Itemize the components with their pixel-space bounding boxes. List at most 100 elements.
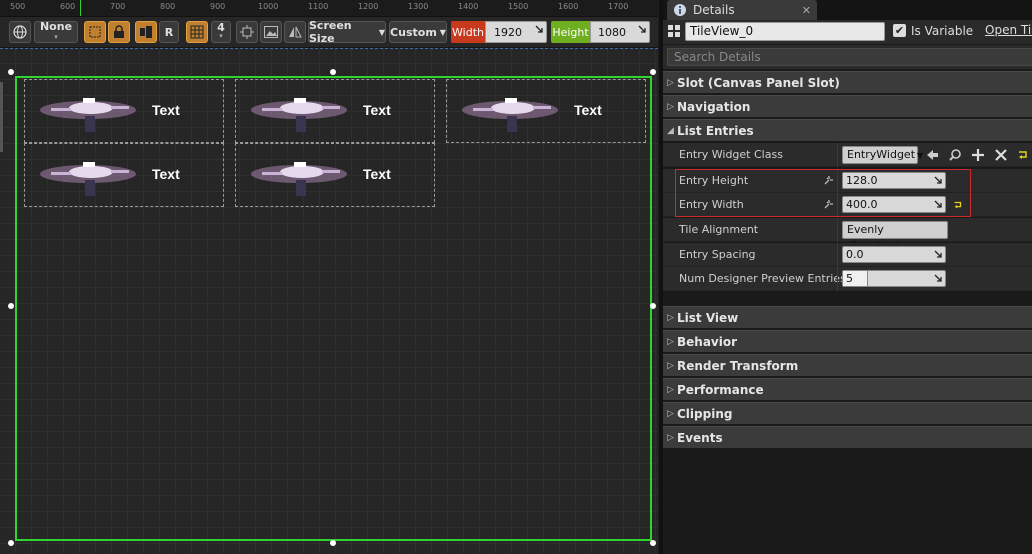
prop-row-entry-spacing: Entry Spacing 0.0: [663, 243, 1032, 267]
chevron-right-icon: ▷: [667, 432, 674, 443]
resize-handle[interactable]: [650, 303, 656, 309]
layout-transform-icon[interactable]: [135, 21, 157, 43]
category-label: Performance: [677, 382, 764, 397]
category-render-transform[interactable]: ▷ Render Transform: [663, 354, 1032, 376]
locale-label: None: [39, 20, 73, 33]
resize-handle[interactable]: [650, 69, 656, 75]
chevron-right-icon: ▷: [667, 77, 674, 88]
num-preview-entries-value: 5: [846, 272, 853, 285]
entry-spacing-input[interactable]: 0.0: [842, 246, 946, 263]
tile-entry[interactable]: Text: [24, 143, 224, 207]
prop-row-tile-alignment: Tile Alignment Evenly (Padding)▼: [663, 218, 1032, 252]
outline-toggle-icon[interactable]: [84, 21, 106, 43]
add-icon[interactable]: [971, 148, 985, 162]
close-icon[interactable]: ✕: [802, 4, 811, 17]
ruler-label: 1300: [408, 2, 429, 11]
open-class-link[interactable]: Open Tile: [985, 23, 1032, 37]
resize-handle[interactable]: [650, 540, 656, 546]
reset-to-default-icon[interactable]: [1017, 149, 1029, 161]
category-label: Behavior: [677, 334, 738, 349]
chevron-down-icon: ▼: [378, 27, 385, 37]
tile-alignment-dropdown[interactable]: Evenly (Padding)▼: [842, 221, 948, 252]
highlight-box: [675, 169, 971, 217]
ruler-label: 600: [60, 2, 76, 11]
category-label: Events: [677, 430, 723, 445]
prop-label: Entry Spacing: [679, 248, 756, 261]
tile-entry[interactable]: Text: [235, 79, 435, 143]
resize-handle[interactable]: [8, 303, 14, 309]
tab-details[interactable]: Details ✕: [667, 0, 817, 20]
entry-image-icon: [462, 98, 558, 132]
chevron-down-icon: ▼: [917, 151, 924, 160]
entry-text: Text: [152, 166, 180, 182]
drag-arrow-icon: [638, 25, 646, 33]
category-clipping[interactable]: ▷ Clipping: [663, 402, 1032, 424]
horizontal-ruler: 500 600 700 800 900 1000 1100 1200 1300 …: [0, 0, 658, 17]
entry-text: Text: [152, 102, 180, 118]
fit-view-icon[interactable]: [236, 21, 258, 43]
ruler-label: 1700: [608, 2, 629, 11]
custom-size-label: Custom: [390, 25, 437, 39]
info-icon: [674, 4, 686, 16]
grid-snap-icon[interactable]: [186, 21, 208, 43]
category-label: Slot (Canvas Panel Slot): [677, 75, 840, 90]
tile-entry[interactable]: Text: [235, 143, 435, 207]
screen-size-dropdown[interactable]: Screen Size ▼: [308, 19, 386, 45]
grid-size-dropdown[interactable]: 4 ▾: [211, 21, 231, 43]
category-performance[interactable]: ▷ Performance: [663, 378, 1032, 400]
resize-handle[interactable]: [330, 69, 336, 75]
category-events[interactable]: ▷ Events: [663, 426, 1032, 448]
locale-dropdown[interactable]: None ▾: [34, 21, 78, 43]
ruler-label: 1500: [508, 2, 529, 11]
entry-text: Text: [363, 166, 391, 182]
arrow-left-icon[interactable]: [925, 148, 939, 162]
chevron-right-icon: ▷: [667, 336, 674, 347]
ruler-label: 1400: [458, 2, 479, 11]
category-slot[interactable]: ▷ Slot (Canvas Panel Slot): [663, 71, 1032, 93]
chevron-right-icon: ▷: [667, 101, 674, 112]
widget-name-input[interactable]: TileView_0: [685, 22, 885, 41]
chevron-right-icon: ▷: [667, 312, 674, 323]
browse-search-icon[interactable]: [948, 148, 962, 162]
height-label: Height: [551, 21, 590, 43]
category-list-view[interactable]: ▷ List View: [663, 306, 1032, 328]
is-variable-label: Is Variable: [911, 24, 974, 38]
is-variable-checkbox[interactable]: ✔: [893, 24, 906, 37]
ruler-label: 1100: [308, 2, 329, 11]
drag-arrow-icon: [934, 250, 942, 258]
resize-handle[interactable]: [8, 540, 14, 546]
custom-size-dropdown[interactable]: Custom ▼: [389, 21, 447, 43]
category-label: Render Transform: [677, 358, 799, 373]
tile-entry[interactable]: Text: [446, 79, 646, 143]
category-navigation[interactable]: ▷ Navigation: [663, 95, 1032, 117]
category-list-entries[interactable]: ◢ List Entries: [663, 119, 1032, 141]
tile-entry[interactable]: Text: [24, 79, 224, 143]
resize-handle[interactable]: [330, 540, 336, 546]
globe-icon[interactable]: [9, 21, 31, 43]
tile-view-widget[interactable]: Text Text Text Text Text: [15, 76, 652, 541]
widget-grid-icon: [668, 25, 680, 37]
chevron-down-icon: ▾: [219, 32, 223, 40]
render-transform-button[interactable]: R: [159, 21, 179, 43]
height-input[interactable]: 1080: [590, 21, 650, 43]
designer-toolbar: None ▾ R 4 ▾ Screen Size ▼ Custom ▼ Widt…: [0, 17, 658, 48]
width-value: 1920: [494, 25, 522, 39]
clear-icon[interactable]: [994, 148, 1008, 162]
entry-widget-class-dropdown[interactable]: EntryWidget ▼: [842, 146, 923, 164]
prop-row-num-preview-entries: Num Designer Preview Entries 5: [663, 267, 1032, 291]
widget-name-bar: TileView_0 ✔ Is Variable Open Tile: [663, 20, 1032, 44]
lock-icon[interactable]: [108, 21, 130, 43]
prop-label: Tile Alignment: [679, 223, 759, 236]
num-preview-entries-slider[interactable]: 5: [842, 270, 946, 287]
resize-handle[interactable]: [8, 69, 14, 75]
search-details-input[interactable]: Search Details: [667, 48, 1032, 66]
flip-icon[interactable]: [284, 21, 306, 43]
width-input[interactable]: 1920: [485, 21, 547, 43]
chevron-down-icon: ▾: [54, 33, 58, 41]
category-behavior[interactable]: ▷ Behavior: [663, 330, 1032, 352]
entry-image-icon: [251, 162, 347, 196]
entry-image-icon: [40, 98, 136, 132]
designer-viewport[interactable]: 500 600 700 800 900 1000 1100 1200 1300 …: [0, 0, 658, 554]
background-image-icon[interactable]: [260, 21, 282, 43]
chevron-down-icon: ▼: [439, 27, 446, 37]
